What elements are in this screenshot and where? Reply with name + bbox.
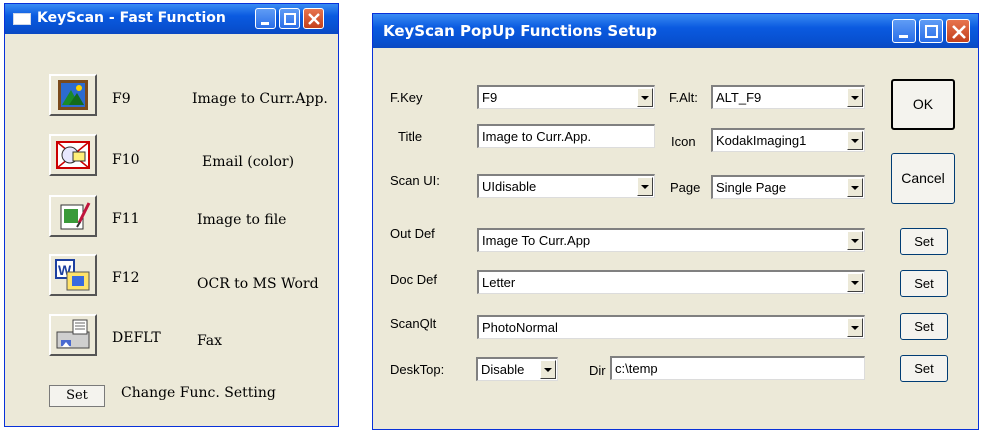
function-key-f11: F11	[112, 211, 140, 227]
title-bar[interactable]: KeyScan - Fast Function	[5, 4, 338, 34]
desktop-label: DeskTop:	[390, 362, 445, 377]
minimize-button[interactable]	[892, 19, 916, 43]
chevron-down-icon[interactable]	[847, 88, 863, 107]
function-button-f10[interactable]	[49, 134, 97, 176]
chevron-down-icon[interactable]	[540, 360, 556, 379]
function-key-f12: F12	[112, 270, 140, 286]
function-desc-f9: Image to Curr.App.	[192, 91, 328, 107]
doc-def-set-button[interactable]: Set	[900, 270, 948, 297]
chevron-down-icon[interactable]	[847, 318, 863, 337]
chevron-down-icon[interactable]	[847, 131, 863, 150]
doc-def-label: Doc Def	[390, 272, 437, 287]
dir-input[interactable]: c:\temp	[610, 356, 865, 380]
fkey-select[interactable]: F9	[477, 85, 655, 109]
function-key-f10: F10	[112, 152, 140, 168]
title-label: Title	[398, 129, 423, 144]
scan-ui-label: Scan UI:	[390, 173, 440, 188]
image-to-app-icon	[58, 80, 88, 110]
page-select[interactable]: Single Page	[711, 175, 865, 199]
out-def-label: Out Def	[390, 226, 435, 241]
close-icon	[952, 25, 966, 39]
minimize-button[interactable]	[255, 8, 276, 29]
dir-label: Dir	[589, 363, 606, 378]
function-desc-f12: OCR to MS Word	[197, 276, 319, 292]
scan-qlt-select[interactable]: PhotoNormal	[477, 315, 865, 339]
email-icon	[56, 141, 90, 169]
page-label: Page	[670, 180, 701, 195]
falt-label: F.Alt:	[669, 90, 698, 105]
cancel-button[interactable]: Cancel	[891, 153, 955, 204]
chevron-down-icon[interactable]	[637, 177, 653, 196]
function-desc-f11: Image to file	[197, 212, 287, 228]
chevron-down-icon[interactable]	[847, 273, 863, 292]
maximize-button[interactable]	[279, 8, 300, 29]
icon-label: Icon	[671, 134, 696, 149]
fast-function-window: KeyScan - Fast Function F9 Image to Curr…	[4, 3, 339, 427]
function-desc-f10: Email (color)	[202, 154, 295, 170]
function-key-deflt: DEFLT	[112, 330, 161, 346]
popup-setup-window: KeyScan PopUp Functions Setup F.Key F9 F…	[372, 13, 979, 430]
doc-def-select[interactable]: Letter	[477, 270, 865, 294]
maximize-icon	[284, 13, 296, 25]
desktop-select[interactable]: Disable	[476, 357, 558, 381]
scan-qlt-label: ScanQlt	[390, 316, 437, 331]
close-button[interactable]	[946, 19, 970, 43]
function-button-f12[interactable]: W	[49, 254, 97, 296]
out-def-set-button[interactable]: Set	[900, 228, 948, 255]
change-func-setting-label: Change Func. Setting	[121, 385, 276, 401]
window-title: KeyScan PopUp Functions Setup	[383, 22, 657, 40]
maximize-icon	[925, 25, 938, 38]
icon-select[interactable]: KodakImaging1	[711, 128, 865, 152]
image-to-file-icon	[60, 202, 91, 230]
dir-set-button[interactable]: Set	[900, 355, 948, 382]
fkey-label: F.Key	[390, 90, 423, 105]
scan-qlt-set-button[interactable]: Set	[900, 313, 948, 340]
function-button-f11[interactable]	[49, 195, 97, 237]
app-icon	[13, 13, 31, 25]
close-icon	[308, 13, 320, 25]
set-button[interactable]: Set	[49, 385, 105, 407]
function-button-deflt[interactable]	[49, 314, 97, 356]
title-bar[interactable]: KeyScan PopUp Functions Setup	[373, 14, 978, 48]
ok-button[interactable]: OK	[891, 79, 955, 130]
function-key-f9: F9	[112, 91, 131, 107]
out-def-select[interactable]: Image To Curr.App	[477, 228, 865, 252]
close-button[interactable]	[303, 8, 324, 29]
maximize-button[interactable]	[919, 19, 943, 43]
chevron-down-icon[interactable]	[637, 88, 653, 107]
function-button-f9[interactable]	[49, 74, 97, 116]
window-title: KeyScan - Fast Function	[37, 10, 226, 26]
title-input[interactable]: Image to Curr.App.	[477, 124, 655, 148]
minimize-icon	[261, 22, 269, 25]
falt-select[interactable]: ALT_F9	[711, 85, 865, 109]
scan-ui-select[interactable]: UIdisable	[477, 174, 655, 198]
fax-icon	[56, 319, 90, 349]
minimize-icon	[899, 35, 908, 38]
function-desc-deflt: Fax	[197, 333, 223, 349]
ocr-word-icon: W	[55, 259, 90, 291]
chevron-down-icon[interactable]	[847, 231, 863, 250]
chevron-down-icon[interactable]	[847, 178, 863, 197]
